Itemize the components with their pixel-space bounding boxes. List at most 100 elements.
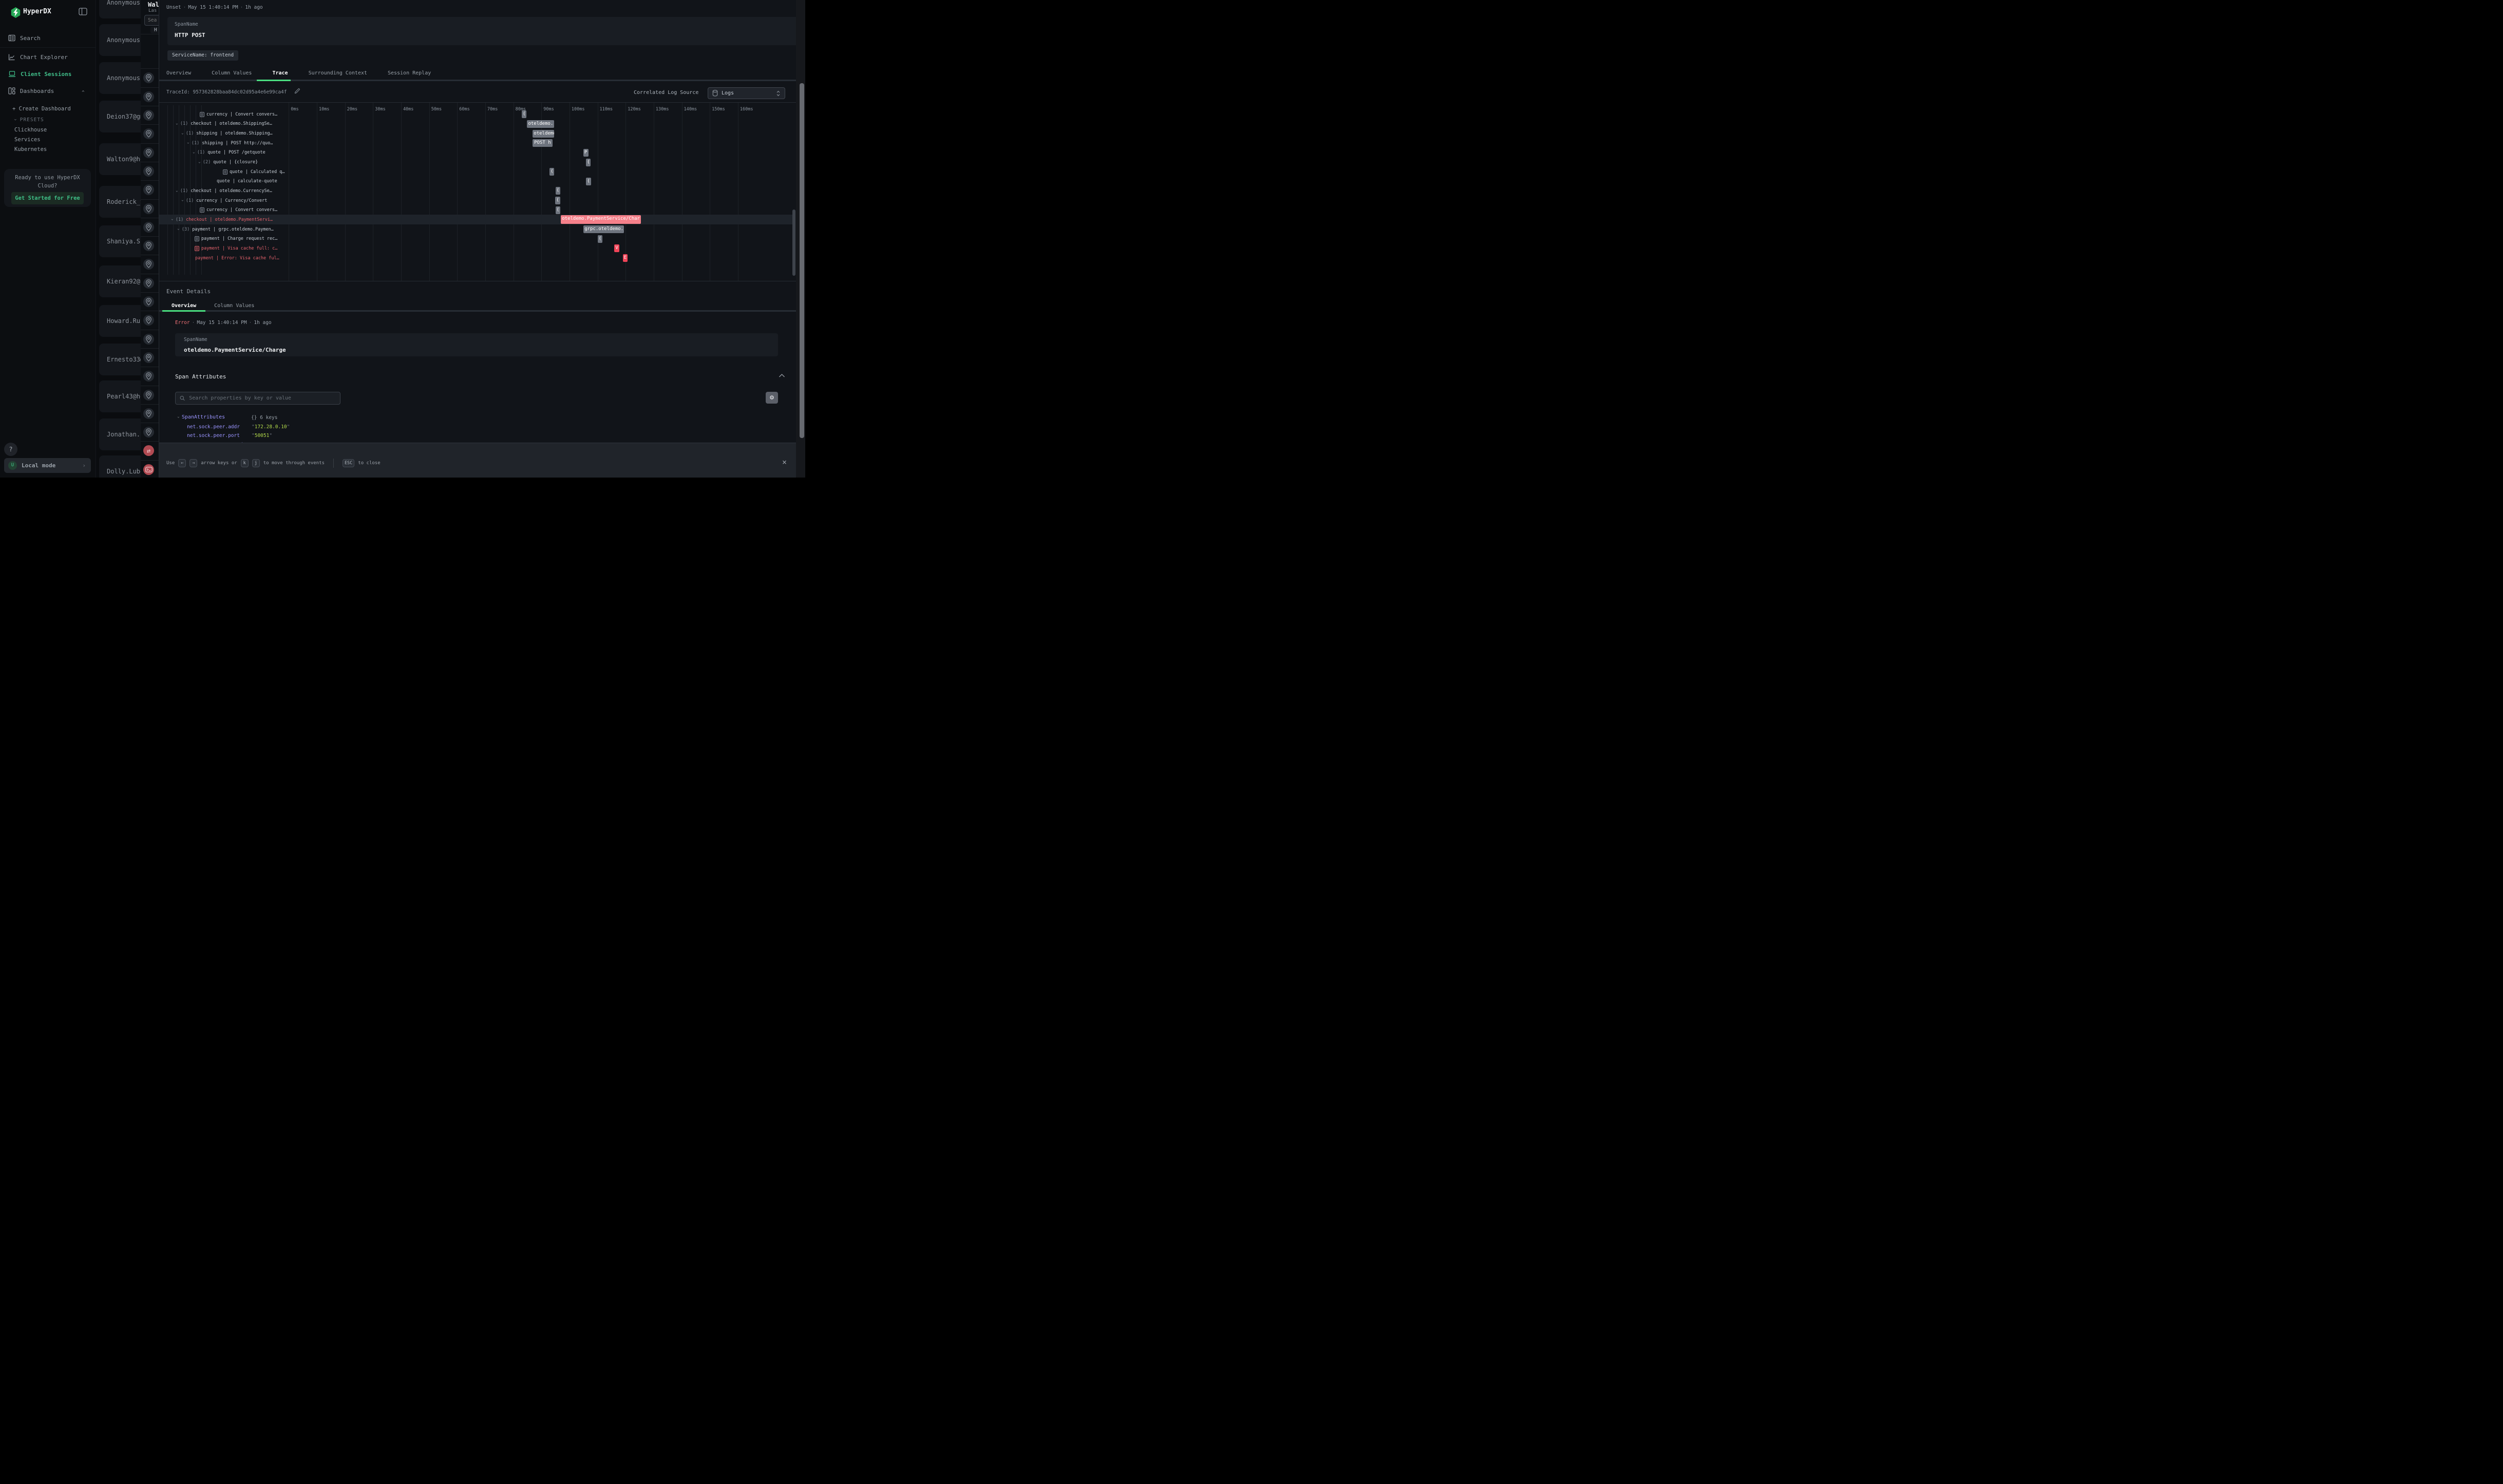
span-duration-bar[interactable]: ( <box>522 110 526 118</box>
tab-overview[interactable]: Overview <box>166 70 191 76</box>
presets-section[interactable]: › PRESETS <box>13 117 44 123</box>
tab-surrounding-context[interactable]: Surrounding Context <box>309 70 367 76</box>
location-pin-icon[interactable] <box>143 427 154 437</box>
location-pin-icon[interactable] <box>143 240 154 251</box>
span-duration-bar[interactable]: P <box>583 149 589 157</box>
location-pin-icon[interactable] <box>143 278 154 289</box>
chevron-down-icon[interactable]: › <box>180 132 185 135</box>
trace-span-row[interactable]: quote | Calculated q… <box>159 167 289 177</box>
span-duration-bar[interactable]: ( <box>598 235 603 243</box>
swap-arrows-icon[interactable]: ⇄ <box>143 445 154 456</box>
location-pin-icon[interactable] <box>143 128 154 139</box>
trace-span-row[interactable]: ›(1)shipping | oteldemo.Shipping… <box>159 129 289 139</box>
preset-kubernetes[interactable]: Kubernetes <box>14 146 47 153</box>
location-pin-icon[interactable] <box>143 203 154 214</box>
sidebar-collapse-icon[interactable] <box>79 8 89 18</box>
create-dashboard-button[interactable]: + Create Dashboard <box>12 106 71 112</box>
local-mode-button[interactable]: U Local mode › <box>4 458 91 473</box>
trace-span-row[interactable]: ›(3)payment | grpc.oteldemo.Paymen… <box>159 224 289 234</box>
app-title: HyperDX <box>23 8 51 15</box>
location-pin-icon[interactable] <box>143 110 154 121</box>
tab-column-values[interactable]: Column Values <box>214 303 254 309</box>
span-duration-bar[interactable]: grpc.oteldemo. <box>583 225 624 233</box>
close-icon[interactable]: × <box>782 458 787 467</box>
trace-span-row[interactable]: ›(1)shipping | POST http://quo… <box>159 138 289 148</box>
help-button[interactable]: ? <box>4 443 17 456</box>
trace-span-row[interactable]: currency | Convert convers… <box>159 205 289 215</box>
tab-column-values[interactable]: Column Values <box>212 70 252 76</box>
location-pin-icon[interactable] <box>143 352 154 363</box>
service-name-chip[interactable]: ServiceName: frontend <box>167 50 238 61</box>
span-duration-bar[interactable]: oteldemo.PaymentService/Char <box>561 215 641 224</box>
span-duration-bar[interactable]: ( <box>555 197 560 204</box>
location-pin-icon[interactable] <box>143 72 154 83</box>
chevron-down-icon[interactable]: › <box>192 151 196 154</box>
gear-icon[interactable]: ⚙ <box>766 392 778 404</box>
scrollbar[interactable] <box>796 0 805 478</box>
location-pin-icon[interactable] <box>143 371 154 382</box>
trace-span-row[interactable]: ›(1)checkout | oteldemo.PaymentServi… <box>159 215 289 225</box>
span-duration-bar[interactable]: ( <box>586 159 591 166</box>
scrollbar-thumb[interactable] <box>800 83 804 438</box>
collapse-section-icon[interactable] <box>779 373 785 379</box>
location-pin-icon[interactable] <box>143 408 154 419</box>
session-filter-button[interactable]: H <box>150 27 159 33</box>
location-pin-icon[interactable] <box>143 296 154 307</box>
location-pin-icon[interactable] <box>143 184 154 195</box>
sidebar-item-client-sessions[interactable]: Client Sessions <box>0 67 96 81</box>
terminal-icon[interactable] <box>143 464 154 475</box>
location-pin-icon[interactable] <box>143 91 154 102</box>
trace-span-row[interactable]: ›(1)quote | POST /getquote <box>159 148 289 158</box>
chevron-down-icon[interactable]: › <box>176 228 181 231</box>
sidebar-item-chart-explorer[interactable]: Chart Explorer <box>0 50 96 64</box>
attribute-row[interactable]: net.sock.peer.port"50051" <box>187 433 240 439</box>
chevron-down-icon[interactable]: › <box>186 142 191 144</box>
preset-clickhouse[interactable]: Clickhouse <box>14 127 47 133</box>
tab-overview[interactable]: Overview <box>172 303 196 309</box>
tab-session-replay[interactable]: Session Replay <box>388 70 431 76</box>
log-source-select[interactable]: Logs <box>708 87 785 99</box>
get-started-button[interactable]: Get Started for Free <box>11 192 84 204</box>
location-pin-icon[interactable] <box>143 334 154 345</box>
child-count: (2) <box>203 160 211 165</box>
trace-span-row[interactable]: ›(2)quote | {closure} <box>159 158 289 167</box>
span-duration-bar[interactable]: ( <box>556 206 560 214</box>
trace-span-row[interactable]: payment | Charge request rec… <box>159 234 289 244</box>
preset-services[interactable]: Services <box>14 137 41 143</box>
sidebar-item-dashboards[interactable]: Dashboards › <box>0 84 96 98</box>
trace-span-row[interactable]: ›(1)checkout | oteldemo.CurrencySe… <box>159 186 289 196</box>
trace-span-row[interactable]: currency | Convert convers… <box>159 109 289 119</box>
span-duration-bar[interactable]: V <box>614 244 619 252</box>
trace-span-row[interactable]: quote | calculate-quote <box>159 177 289 186</box>
location-pin-icon[interactable] <box>143 259 154 270</box>
span-duration-bar[interactable]: oteldemo. <box>527 120 554 128</box>
span-duration-bar[interactable]: ( <box>556 187 560 195</box>
attributes-root-node[interactable]: ›SpanAttributes <box>177 414 225 420</box>
location-pin-icon[interactable] <box>143 390 154 401</box>
attribute-search-input[interactable] <box>188 395 336 402</box>
location-pin-icon[interactable] <box>143 147 154 158</box>
attribute-row[interactable]: net.sock.peer.addr"172.28.0.10" <box>187 424 240 430</box>
waterfall-scrollbar-thumb[interactable] <box>792 210 795 276</box>
chevron-down-icon[interactable]: › <box>180 199 185 202</box>
span-duration-bar[interactable]: oteldemo <box>533 130 554 138</box>
span-duration-bar[interactable]: ( <box>586 178 591 185</box>
span-duration-bar[interactable]: POST h <box>533 139 552 147</box>
edit-icon[interactable] <box>294 88 300 96</box>
location-pin-icon[interactable] <box>143 166 154 177</box>
span-duration-bar[interactable]: ( <box>549 168 554 176</box>
chevron-down-icon[interactable]: › <box>175 123 179 125</box>
chevron-down-icon[interactable]: › <box>175 190 179 193</box>
session-search-input[interactable] <box>144 15 159 26</box>
sidebar-item-search[interactable]: Search <box>0 31 96 45</box>
trace-span-row[interactable]: payment | Error: Visa cache ful… <box>159 253 289 263</box>
span-duration-bar[interactable]: E <box>623 254 628 262</box>
chevron-down-icon[interactable]: › <box>197 161 202 164</box>
location-pin-icon[interactable] <box>143 222 154 233</box>
trace-span-row[interactable]: ›(1)checkout | oteldemo.ShippingSe… <box>159 119 289 129</box>
trace-span-row[interactable]: payment | Visa cache full: c… <box>159 244 289 254</box>
trace-span-row[interactable]: ›(1)currency | Currency/Convert <box>159 196 289 205</box>
chevron-down-icon[interactable]: › <box>170 219 175 221</box>
location-pin-icon[interactable] <box>143 315 154 326</box>
tab-trace[interactable]: Trace <box>272 70 288 76</box>
